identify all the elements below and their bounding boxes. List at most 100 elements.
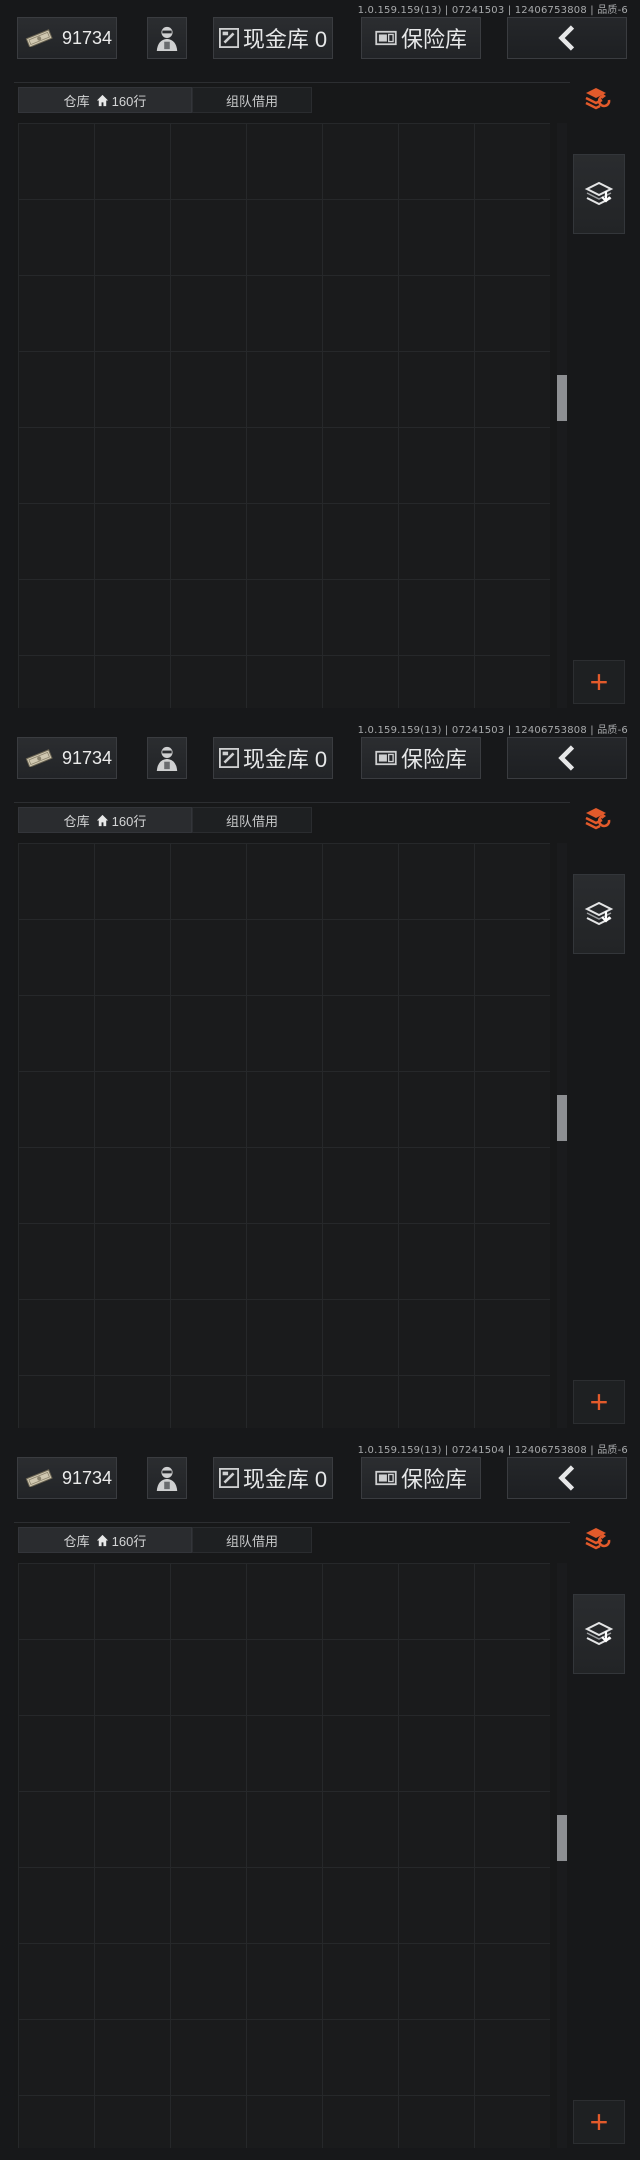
plus-icon: + xyxy=(589,2104,609,2140)
tab-warehouse-label: 仓库 xyxy=(63,813,90,829)
plus-icon: + xyxy=(589,664,609,700)
home-icon xyxy=(96,814,108,826)
safe-vault-label: 保险库 xyxy=(400,747,467,772)
add-row-button[interactable]: + xyxy=(573,2100,625,2144)
tab-team-borrow-label: 组队借用 xyxy=(225,1533,278,1549)
banknote-icon xyxy=(25,29,53,47)
cash-box-icon xyxy=(218,28,239,48)
tab-bar: 仓库 160行 组队借用 xyxy=(18,87,312,113)
tab-warehouse[interactable]: 仓库 160行 xyxy=(18,1527,192,1553)
back-button[interactable] xyxy=(507,737,627,779)
tab-warehouse-rows: 160行 xyxy=(111,813,147,829)
money-amount: 91734 xyxy=(62,747,113,768)
version-text: 1.0.159.159(13) | 07241503 | 12406753808… xyxy=(357,5,628,16)
cash-box-icon xyxy=(218,748,239,768)
tab-team-borrow[interactable]: 组队借用 xyxy=(192,807,312,833)
plus-icon: + xyxy=(589,1384,609,1420)
stack-download-icon xyxy=(584,181,614,206)
scrollbar-thumb[interactable] xyxy=(557,375,567,421)
scrollbar-thumb[interactable] xyxy=(557,1095,567,1141)
chevron-left-icon xyxy=(558,25,575,51)
cash-box-icon xyxy=(218,1468,239,1488)
safe-box-icon xyxy=(375,750,397,766)
tab-team-borrow-label: 组队借用 xyxy=(225,93,278,109)
sort-button[interactable] xyxy=(573,82,625,118)
safe-vault-label: 保险库 xyxy=(400,27,467,52)
money-amount: 91734 xyxy=(62,27,113,48)
top-bar: 91734 现金库 0 保险库 xyxy=(0,737,640,781)
inventory-grid[interactable] xyxy=(18,843,550,1428)
sort-refresh-icon xyxy=(585,88,611,110)
inventory-grid[interactable] xyxy=(18,123,550,708)
tab-warehouse-rows: 160行 xyxy=(111,1533,147,1549)
tab-team-borrow-label: 组队借用 xyxy=(225,813,278,829)
version-text: 1.0.159.159(13) | 07241504 | 12406753808… xyxy=(357,1445,628,1456)
home-icon xyxy=(96,1534,108,1546)
banknote-icon xyxy=(25,1469,53,1487)
chevron-left-icon xyxy=(558,745,575,771)
money-button[interactable]: 91734 xyxy=(17,737,117,779)
warehouse-content: 仓库 160行 组队借用 xyxy=(14,82,570,708)
safe-vault-label: 保险库 xyxy=(400,1467,467,1492)
money-button[interactable]: 91734 xyxy=(17,17,117,59)
operator-avatar-icon xyxy=(156,746,178,771)
money-button[interactable]: 91734 xyxy=(17,1457,117,1499)
side-toolbar: + xyxy=(573,82,627,707)
operator-avatar-icon xyxy=(156,1466,178,1491)
back-button[interactable] xyxy=(507,17,627,59)
safe-box-icon xyxy=(375,1470,397,1486)
cash-vault-button[interactable]: 现金库 0 xyxy=(213,737,333,779)
tab-warehouse-label: 仓库 xyxy=(63,1533,90,1549)
side-toolbar: + xyxy=(573,802,627,1427)
tab-warehouse[interactable]: 仓库 160行 xyxy=(18,807,192,833)
sort-button[interactable] xyxy=(573,1522,625,1558)
cash-vault-label: 现金库 0 xyxy=(242,1467,328,1492)
add-row-button[interactable]: + xyxy=(573,660,625,704)
agent-button[interactable] xyxy=(147,737,187,779)
tab-bar: 仓库 160行 组队借用 xyxy=(18,807,312,833)
cash-vault-label: 现金库 0 xyxy=(242,747,328,772)
money-amount: 91734 xyxy=(62,1467,113,1488)
tab-warehouse-rows: 160行 xyxy=(111,93,147,109)
quick-store-button[interactable] xyxy=(573,154,625,234)
cash-vault-button[interactable]: 现金库 0 xyxy=(213,1457,333,1499)
agent-button[interactable] xyxy=(147,1457,187,1499)
safe-vault-button[interactable]: 保险库 xyxy=(361,1457,481,1499)
operator-avatar-icon xyxy=(156,26,178,51)
back-button[interactable] xyxy=(507,1457,627,1499)
chevron-left-icon xyxy=(558,1465,575,1491)
side-toolbar: + xyxy=(573,1522,627,2147)
scrollbar-thumb[interactable] xyxy=(557,1815,567,1861)
tab-team-borrow[interactable]: 组队借用 xyxy=(192,87,312,113)
quick-store-button[interactable] xyxy=(573,1594,625,1674)
scrollbar[interactable] xyxy=(557,123,567,708)
version-text: 1.0.159.159(13) | 07241503 | 12406753808… xyxy=(357,725,628,736)
cash-vault-button[interactable]: 现金库 0 xyxy=(213,17,333,59)
tab-warehouse-label: 仓库 xyxy=(63,93,90,109)
warehouse-screen: 1.0.159.159(13) | 07241503 | 12406753808… xyxy=(0,0,640,720)
scrollbar[interactable] xyxy=(557,843,567,1428)
home-icon xyxy=(96,94,108,106)
agent-button[interactable] xyxy=(147,17,187,59)
warehouse-content: 仓库 160行 组队借用 xyxy=(14,1522,570,2148)
stack-download-icon xyxy=(584,901,614,926)
safe-vault-button[interactable]: 保险库 xyxy=(361,17,481,59)
safe-box-icon xyxy=(375,30,397,46)
warehouse-screen: 1.0.159.159(13) | 07241503 | 12406753808… xyxy=(0,720,640,1440)
warehouse-content: 仓库 160行 组队借用 xyxy=(14,802,570,1428)
stack-download-icon xyxy=(584,1621,614,1646)
sort-refresh-icon xyxy=(585,1528,611,1550)
sort-button[interactable] xyxy=(573,802,625,838)
warehouse-screen: 1.0.159.159(13) | 07241504 | 12406753808… xyxy=(0,1440,640,2160)
add-row-button[interactable]: + xyxy=(573,1380,625,1424)
sort-refresh-icon xyxy=(585,808,611,830)
inventory-grid[interactable] xyxy=(18,1563,550,2148)
tab-bar: 仓库 160行 组队借用 xyxy=(18,1527,312,1553)
safe-vault-button[interactable]: 保险库 xyxy=(361,737,481,779)
scrollbar[interactable] xyxy=(557,1563,567,2148)
tab-warehouse[interactable]: 仓库 160行 xyxy=(18,87,192,113)
quick-store-button[interactable] xyxy=(573,874,625,954)
tab-team-borrow[interactable]: 组队借用 xyxy=(192,1527,312,1553)
top-bar: 91734 现金库 0 保险库 xyxy=(0,1457,640,1501)
cash-vault-label: 现金库 0 xyxy=(242,27,328,52)
